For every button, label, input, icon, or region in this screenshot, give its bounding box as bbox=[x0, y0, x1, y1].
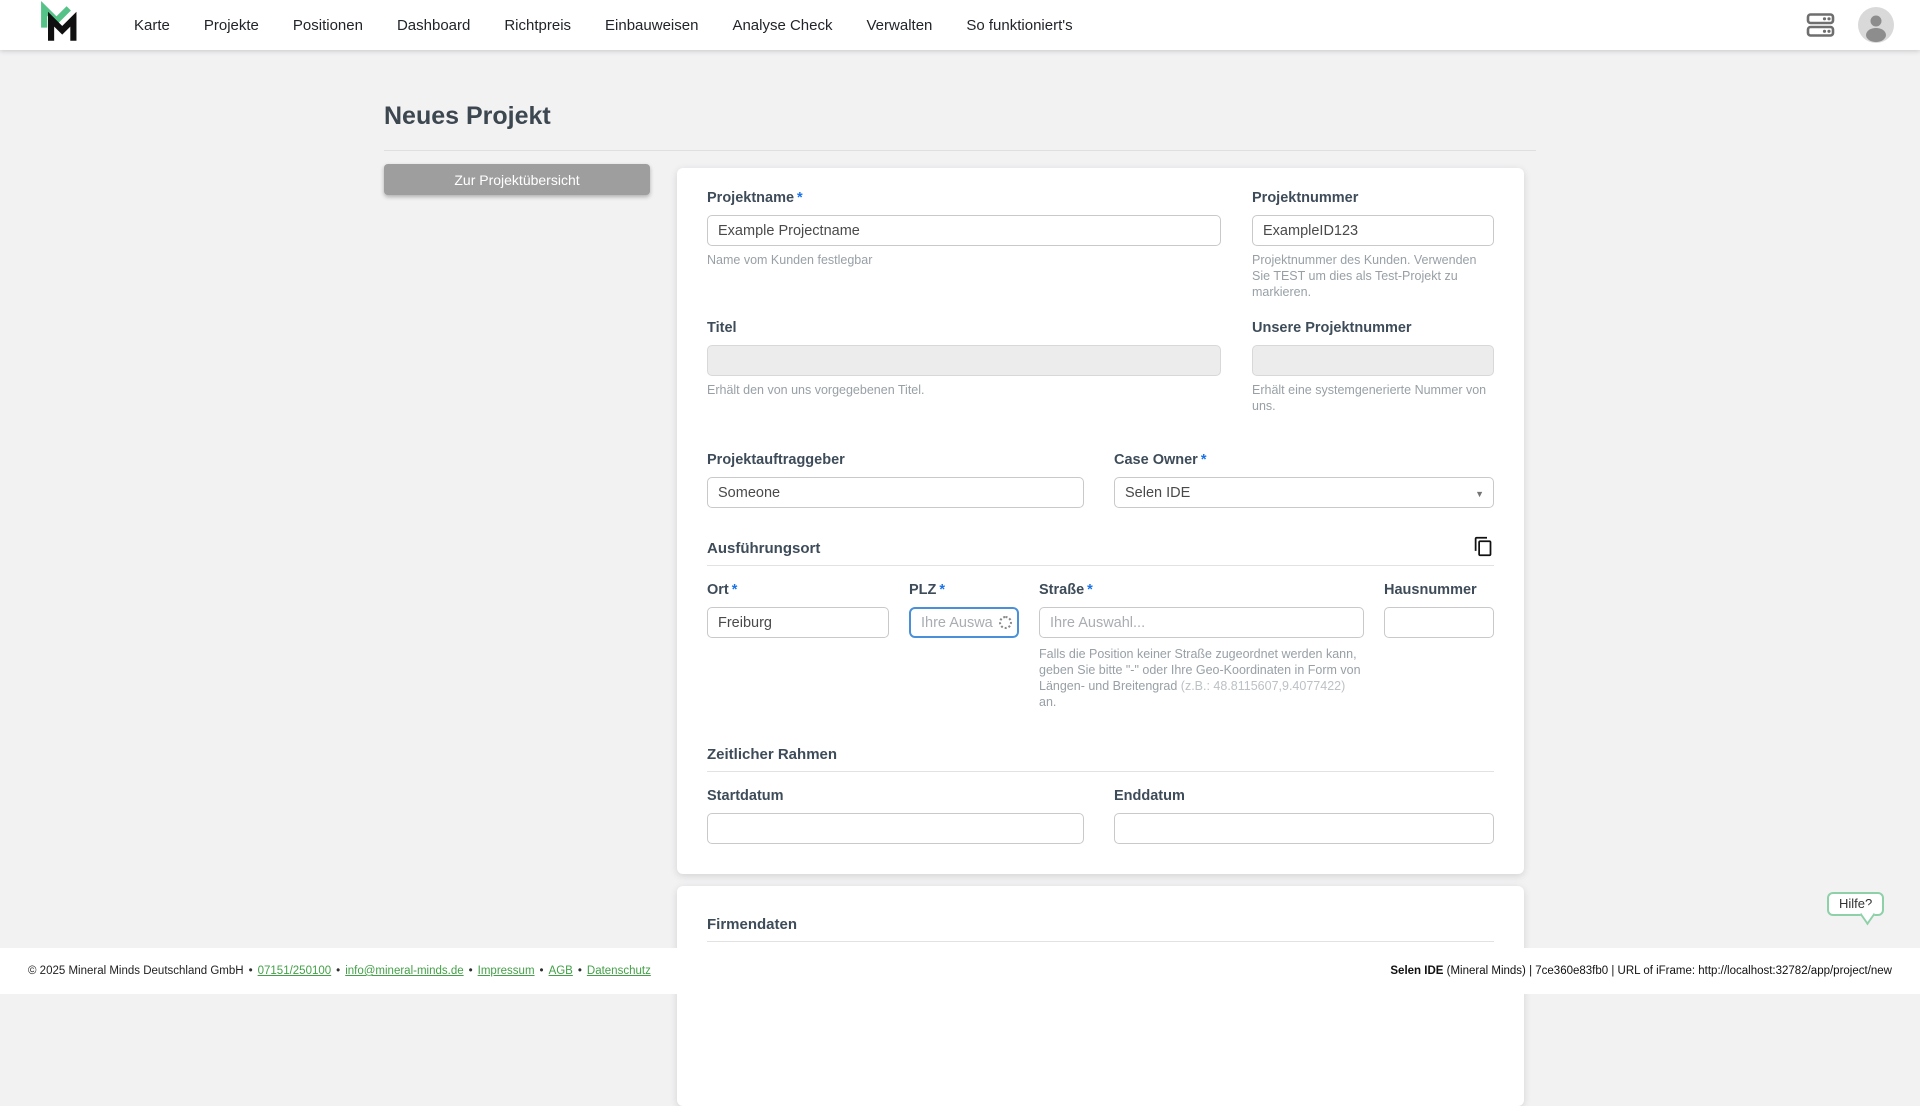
section-firmendaten: Firmendaten bbox=[707, 916, 1494, 942]
form-row-address: Ort* PLZ* Straße* Falls die Position kei… bbox=[707, 582, 1494, 710]
footer: © 2025 Mineral Minds Deutschland GmbH • … bbox=[0, 948, 1920, 994]
required-marker: * bbox=[797, 190, 803, 206]
field-projektauftraggeber: Projektauftraggeber bbox=[707, 452, 1084, 508]
field-startdatum: Startdatum bbox=[707, 788, 1084, 844]
footer-link-agb[interactable]: AGB bbox=[549, 965, 573, 977]
zeitlicher-rahmen-title: Zeitlicher Rahmen bbox=[707, 746, 838, 763]
strasse-label: Straße * bbox=[1039, 582, 1093, 598]
nav-item-karte[interactable]: Karte bbox=[134, 17, 170, 34]
unsere-projektnummer-label: Unsere Projektnummer bbox=[1252, 320, 1412, 336]
section-ausfuehrungsort: Ausführungsort bbox=[707, 536, 1494, 566]
enddatum-label: Enddatum bbox=[1114, 788, 1185, 804]
field-plz: PLZ * bbox=[909, 582, 1019, 710]
field-enddatum: Enddatum bbox=[1114, 788, 1494, 844]
form-row-auftraggeber-owner: Projektauftraggeber Case Owner* Selen ID… bbox=[707, 452, 1494, 508]
nav-item-so-funktionierts[interactable]: So funktioniert's bbox=[966, 17, 1072, 34]
loading-spinner-icon bbox=[999, 615, 1012, 629]
field-case-owner: Case Owner * Selen IDE ▼ bbox=[1114, 452, 1494, 508]
case-owner-selected-value: Selen IDE bbox=[1125, 484, 1191, 501]
projektnummer-input[interactable] bbox=[1252, 215, 1494, 246]
titel-helper: Erhält den von uns vorgegebenen Titel. bbox=[707, 383, 925, 397]
field-strasse: Straße* Falls die Position keiner Straße… bbox=[1039, 582, 1364, 710]
page-title: Neues Projekt bbox=[384, 102, 1536, 151]
field-projektnummer: Projektnummer Projektnummer des Kunden. … bbox=[1252, 190, 1494, 300]
case-owner-label: Case Owner * bbox=[1114, 452, 1207, 468]
enddatum-input[interactable] bbox=[1114, 813, 1494, 844]
footer-user-name: Selen IDE bbox=[1390, 965, 1444, 977]
projektnummer-helper: Projektnummer des Kunden. Verwenden Sie … bbox=[1252, 253, 1477, 299]
section-zeitlicher-rahmen: Zeitlicher Rahmen bbox=[707, 746, 1494, 772]
projektname-label: Projektname * bbox=[707, 190, 803, 206]
project-overview-button[interactable]: Zur Projektübersicht bbox=[384, 164, 650, 195]
hausnummer-input[interactable] bbox=[1384, 607, 1494, 638]
navbar-right bbox=[1805, 7, 1894, 43]
form-row-dates: Startdatum Enddatum bbox=[707, 788, 1494, 844]
footer-left: © 2025 Mineral Minds Deutschland GmbH • … bbox=[28, 965, 651, 977]
required-marker: * bbox=[1200, 452, 1207, 468]
hausnummer-label: Hausnummer bbox=[1384, 582, 1477, 598]
ort-input[interactable] bbox=[707, 607, 889, 638]
field-hausnummer: Hausnummer bbox=[1384, 582, 1494, 710]
projektname-input[interactable] bbox=[707, 215, 1221, 246]
plz-input-wrap bbox=[909, 607, 1019, 638]
firmendaten-title: Firmendaten bbox=[707, 916, 798, 933]
ausfuehrungsort-title: Ausführungsort bbox=[707, 540, 821, 557]
form-row-name-number: Projektname* Name vom Kunden festlegbar … bbox=[707, 190, 1494, 300]
mineral-minds-logo[interactable] bbox=[38, 0, 78, 51]
server-icon[interactable] bbox=[1805, 10, 1836, 40]
startdatum-label: Startdatum bbox=[707, 788, 784, 804]
strasse-input[interactable] bbox=[1039, 607, 1364, 638]
required-marker: * bbox=[939, 582, 946, 598]
projektauftraggeber-label: Projektauftraggeber bbox=[707, 452, 845, 468]
case-owner-select[interactable]: Selen IDE ▼ bbox=[1114, 477, 1494, 508]
footer-session-info: Selen IDE (Mineral Minds) | 7ce360e83fb0… bbox=[1390, 965, 1892, 977]
projektname-helper: Name vom Kunden festlegbar bbox=[707, 253, 873, 267]
copy-icon[interactable] bbox=[1473, 536, 1494, 557]
nav-item-einbauweisen[interactable]: Einbauweisen bbox=[605, 17, 698, 34]
nav-item-projekte[interactable]: Projekte bbox=[204, 17, 259, 34]
logo-icon bbox=[38, 0, 78, 51]
field-projektname: Projektname* Name vom Kunden festlegbar bbox=[707, 190, 1221, 300]
main-navigation: Karte Projekte Positionen Dashboard Rich… bbox=[134, 17, 1073, 34]
titel-input bbox=[707, 345, 1221, 376]
nav-item-dashboard[interactable]: Dashboard bbox=[397, 17, 470, 34]
unsere-projektnummer-input bbox=[1252, 345, 1494, 376]
field-ort: Ort * bbox=[707, 582, 889, 710]
required-marker: * bbox=[1087, 582, 1093, 598]
footer-link-impressum[interactable]: Impressum bbox=[478, 965, 535, 977]
nav-item-verwalten[interactable]: Verwalten bbox=[867, 17, 933, 34]
chevron-down-icon: ▼ bbox=[1475, 489, 1484, 499]
form-row-titel-unsere: Titel Erhält den von uns vorgegebenen Ti… bbox=[707, 320, 1494, 414]
unsere-projektnummer-helper: Erhält eine systemgenerierte Nummer von … bbox=[1252, 383, 1487, 413]
startdatum-input[interactable] bbox=[707, 813, 1084, 844]
help-button[interactable]: Hilfe? bbox=[1827, 892, 1885, 916]
plz-label: PLZ * bbox=[909, 582, 946, 598]
footer-link-datenschutz[interactable]: Datenschutz bbox=[587, 965, 651, 977]
firmendaten-card: Firmendaten bbox=[677, 886, 1524, 1106]
titel-label: Titel bbox=[707, 320, 737, 336]
user-avatar-icon[interactable] bbox=[1858, 7, 1894, 43]
new-project-form-card: Projektname* Name vom Kunden festlegbar … bbox=[677, 168, 1524, 874]
nav-item-analyse-check[interactable]: Analyse Check bbox=[732, 17, 832, 34]
projektauftraggeber-input[interactable] bbox=[707, 477, 1084, 508]
nav-item-positionen[interactable]: Positionen bbox=[293, 17, 363, 34]
field-titel: Titel Erhält den von uns vorgegebenen Ti… bbox=[707, 320, 1221, 414]
projektnummer-label: Projektnummer bbox=[1252, 190, 1359, 206]
ort-label: Ort * bbox=[707, 582, 738, 598]
footer-link-phone[interactable]: 07151/250100 bbox=[258, 965, 332, 977]
strasse-helper: Falls die Position keiner Straße zugeord… bbox=[1039, 647, 1361, 709]
nav-item-richtpreis[interactable]: Richtpreis bbox=[504, 17, 571, 34]
footer-link-email[interactable]: info@mineral-minds.de bbox=[345, 965, 463, 977]
required-marker: * bbox=[731, 582, 738, 598]
top-navbar: Karte Projekte Positionen Dashboard Rich… bbox=[0, 0, 1920, 50]
field-unsere-projektnummer: Unsere Projektnummer Erhält eine systemg… bbox=[1252, 320, 1494, 414]
footer-copyright: © 2025 Mineral Minds Deutschland GmbH bbox=[28, 965, 244, 977]
